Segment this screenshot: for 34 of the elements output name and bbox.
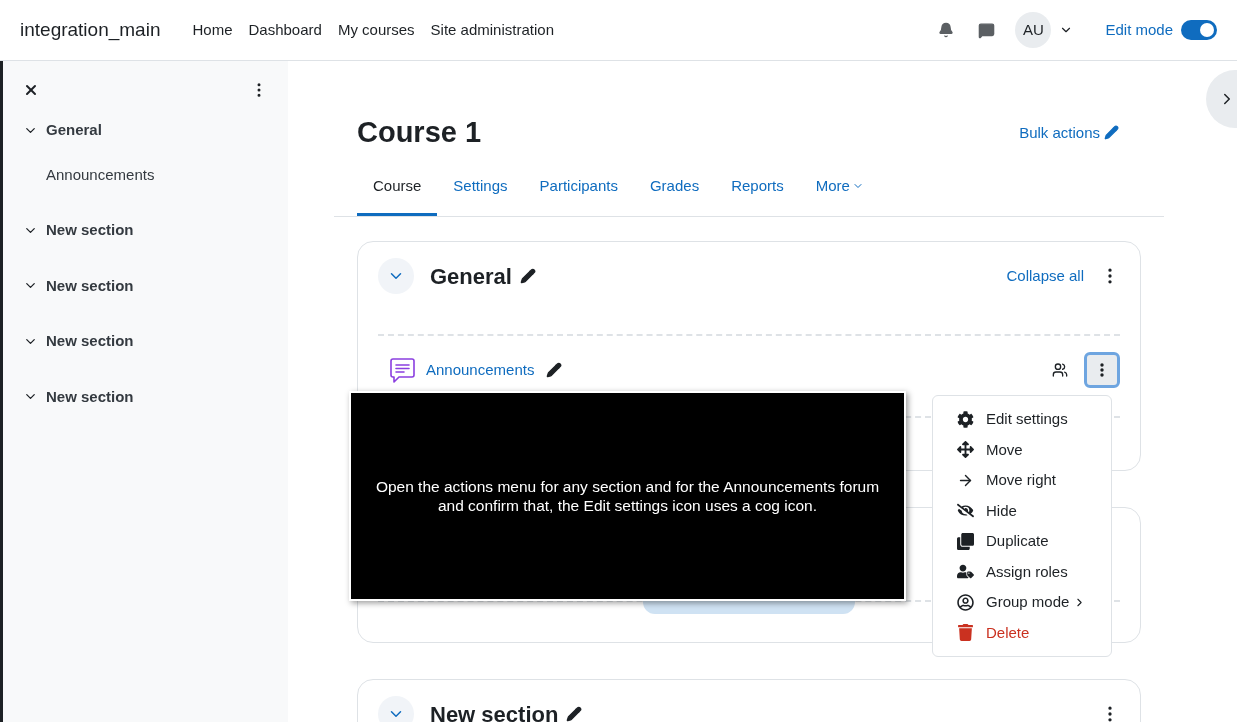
sidebar-activity-item[interactable]: Announcements	[46, 163, 268, 186]
nav-link[interactable]: My courses	[337, 18, 415, 42]
nav-link[interactable]: Home	[192, 18, 233, 42]
sidebar-section-item[interactable]: New section	[46, 385, 134, 408]
menu-item[interactable]: Hide	[933, 495, 1111, 526]
menu-item[interactable]: Delete	[933, 617, 1111, 648]
nav-link[interactable]: Site administration	[430, 18, 554, 42]
section-title: General	[430, 262, 512, 291]
menu-item[interactable]: Edit settings	[933, 404, 1111, 435]
course-tab[interactable]: Course	[357, 158, 438, 216]
menu-item[interactable]: Move	[933, 434, 1111, 465]
course-title: Course 1	[357, 115, 482, 150]
course-tab[interactable]: Participants	[523, 158, 634, 216]
site-name[interactable]: integration_main	[20, 15, 161, 45]
user-avatar[interactable]: AU	[1015, 12, 1052, 48]
course-tab[interactable]: Reports	[715, 158, 800, 216]
nav-link[interactable]: Dashboard	[248, 18, 322, 42]
bulk-actions-link[interactable]: Bulk actions	[1019, 121, 1119, 144]
section-title: New section	[430, 700, 559, 722]
menu-item[interactable]: Duplicate	[933, 526, 1111, 557]
course-tab[interactable]: Grades	[633, 158, 716, 216]
instruction-text: Open the actions menu for any section and for the Announcements forum and confirm that, the Edit settings icon uses a cog icon.	[374, 477, 881, 515]
sidebar-section-item[interactable]: New section	[46, 219, 134, 242]
edit-mode-label: Edit mode	[1105, 19, 1173, 40]
activity-link[interactable]: Announcements	[426, 358, 535, 382]
collapse-all-link[interactable]: Collapse all	[1006, 264, 1084, 288]
menu-item[interactable]: Move right	[933, 465, 1111, 496]
menu-item[interactable]: Assign roles	[933, 556, 1111, 587]
course-tab[interactable]: Settings	[437, 158, 524, 216]
sidebar-section-item[interactable]: General	[46, 119, 102, 142]
sidebar-section-item[interactable]: New section	[46, 330, 134, 353]
course-tab[interactable]: More	[799, 158, 880, 216]
sidebar-section-item[interactable]: New section	[46, 274, 134, 297]
menu-item[interactable]: Group mode	[933, 587, 1111, 618]
